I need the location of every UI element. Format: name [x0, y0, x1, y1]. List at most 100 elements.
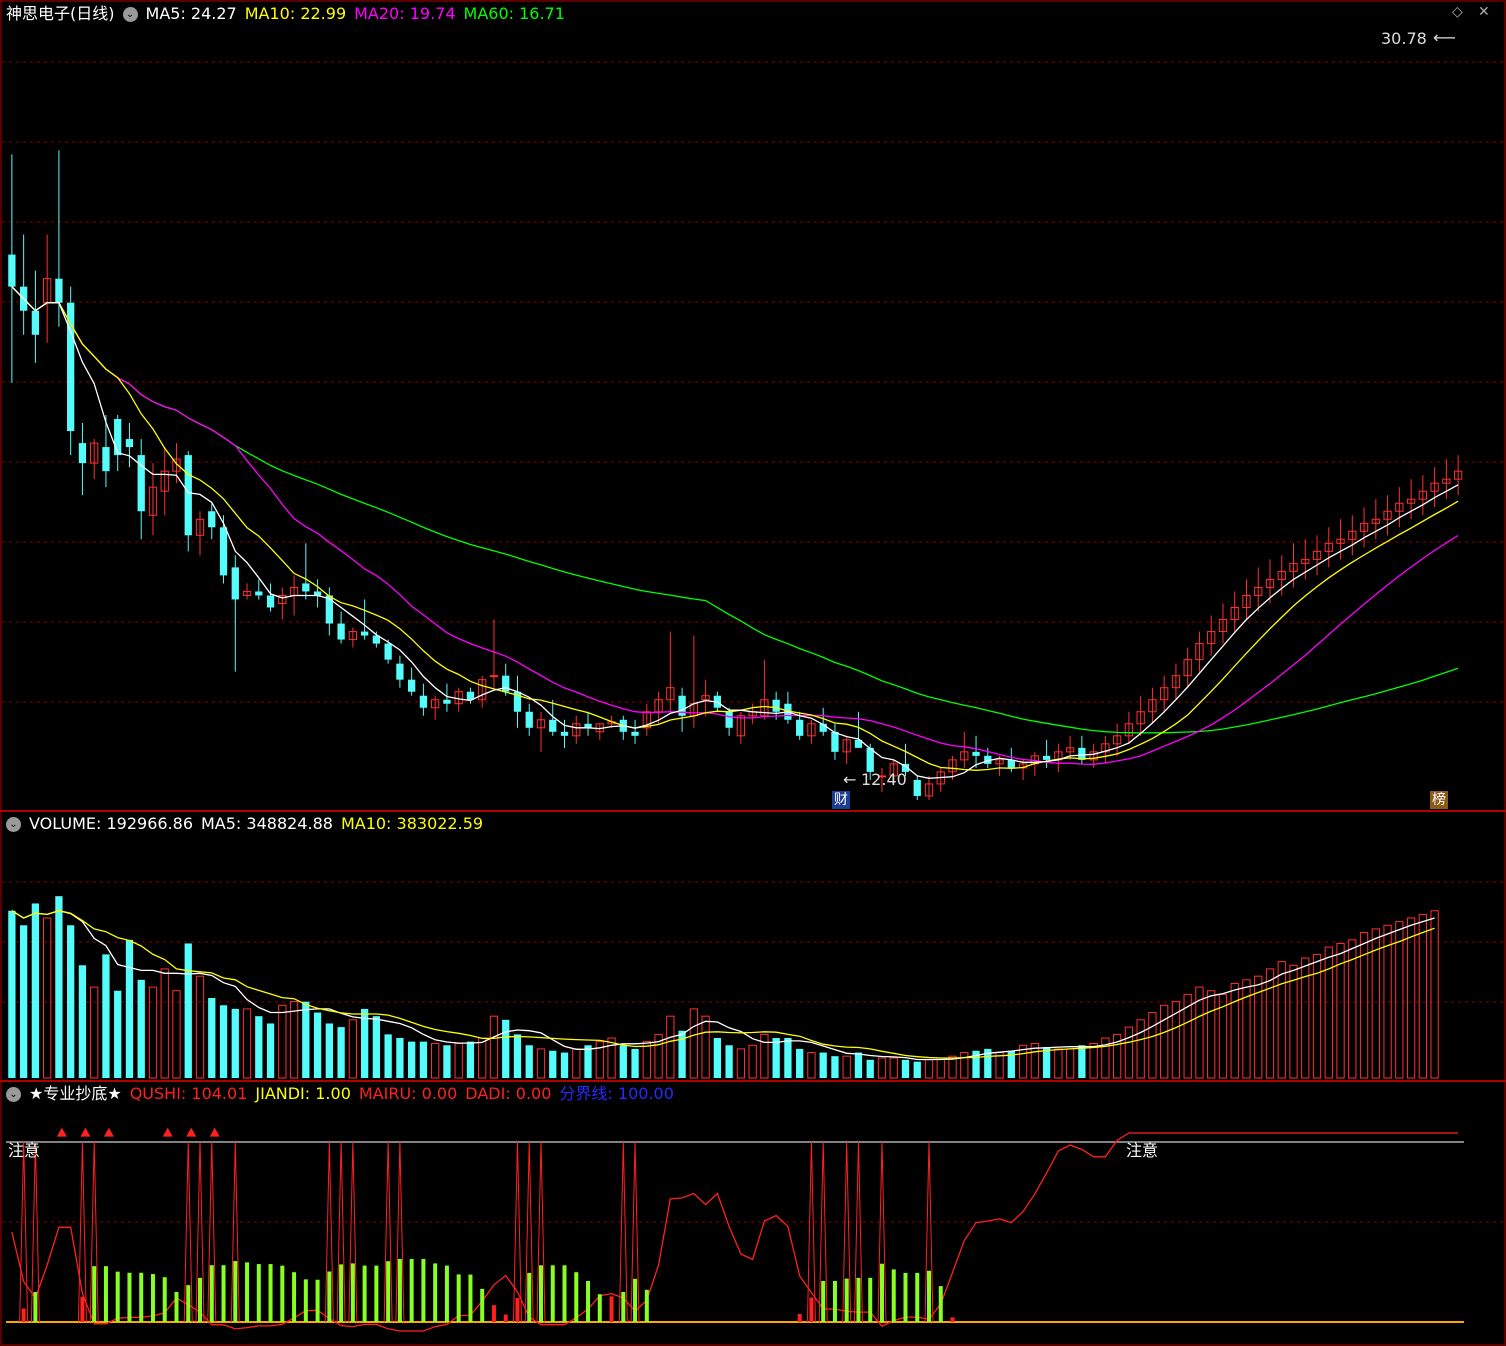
divider-line-legend: 分界线: 100.00 [559, 1084, 674, 1103]
volume-bar-down [713, 1038, 722, 1078]
jiandi-bar [538, 1265, 543, 1322]
volume-bar-up [877, 1057, 887, 1079]
jiandi-bar [186, 1285, 191, 1322]
volume-bar-down [549, 1050, 557, 1078]
candle-body-down [114, 419, 122, 456]
volume-bar-up [195, 975, 205, 1079]
volume-bar-down [19, 925, 28, 1078]
volume-bar-down [513, 1034, 522, 1078]
jiandi-bar [586, 1281, 591, 1322]
jiandi-bar [374, 1265, 379, 1322]
jiandi-bar [162, 1277, 167, 1322]
ma10-legend: MA10: 22.99 [244, 4, 347, 23]
volume-bar-up [90, 986, 99, 1079]
jiandi-bar [927, 1270, 932, 1322]
volume-bar-up [536, 1048, 546, 1079]
ma60-legend: MA60: 16.71 [463, 4, 565, 23]
volume-bar-up [1207, 990, 1216, 1079]
candle-body-down [866, 747, 874, 772]
buy-arrow-icon [80, 1127, 91, 1137]
jiandi-bar [103, 1266, 108, 1322]
jiandi-bar [844, 1278, 849, 1322]
candle-body-down [231, 567, 239, 600]
candle-body-down [31, 310, 40, 335]
candle-body-down [255, 591, 263, 596]
volume-bar-up [454, 1042, 463, 1079]
volume-bar-down [384, 1034, 392, 1078]
volume-bar-down [184, 943, 192, 1078]
volume-bar-down [784, 1038, 792, 1078]
ranking-event-tag[interactable]: 榜 [1430, 791, 1448, 809]
volume-bar-down [408, 1041, 416, 1078]
window-restore-icon[interactable]: ◇ [1452, 4, 1463, 20]
volume-bar-up [1242, 979, 1251, 1079]
ma20-line [11, 286, 1459, 765]
ma20-legend: MA20: 19.74 [354, 4, 456, 23]
volume-ma5-legend: MA5: 348824.88 [201, 814, 333, 833]
volume-bar-up [1430, 910, 1439, 1079]
jiandi-bar [386, 1261, 391, 1322]
volume-legend: VOLUME: 192966.86 [29, 814, 193, 833]
volume-bar-down [796, 1048, 804, 1078]
volume-bar-up [842, 1055, 851, 1079]
volume-bar-up [1265, 968, 1275, 1079]
jiandi-bar [621, 1292, 626, 1322]
buy-arrow-icon [56, 1127, 67, 1137]
volume-bar-down [337, 1027, 345, 1078]
indicator-toggle-icon[interactable]: ⌄ [6, 1086, 21, 1102]
volume-bar-up [1136, 1019, 1145, 1079]
candle-body-down [384, 643, 392, 660]
jiandi-bar [92, 1266, 97, 1322]
chart-frame [0, 0, 1506, 1346]
price-indicator-toggle-icon[interactable]: ⌄ [122, 6, 138, 22]
candle-body-down [549, 719, 557, 732]
jiandi-bar [456, 1274, 461, 1322]
jiandi-bar [903, 1272, 908, 1322]
jiandi-bar [303, 1279, 308, 1322]
buy-arrow-icon [186, 1127, 197, 1137]
finance-event-tag[interactable]: 财 [832, 791, 850, 809]
notice-label-left: 注意 [8, 1141, 41, 1160]
jiandi-bar [891, 1269, 896, 1322]
volume-bar-down [325, 1023, 333, 1078]
volume-indicator-toggle-icon[interactable]: ⌄ [6, 816, 21, 832]
volume-bar-down [231, 1008, 239, 1078]
window-close-icon[interactable]: ✕ [1478, 4, 1490, 20]
volume-bar-up [960, 1052, 969, 1079]
candle-body-down [408, 679, 416, 692]
volume-bar-down [443, 1045, 451, 1078]
low-price-marker: 12.40 [861, 770, 907, 789]
volume-bar-down [360, 1008, 369, 1078]
jiandi-bar [644, 1289, 649, 1322]
candle-body-down [972, 751, 980, 756]
chart-canvas[interactable] [0, 0, 1506, 1346]
jiandi-bar [444, 1265, 449, 1322]
volume-bar-up [572, 1048, 581, 1079]
qushi-legend: QUSHI: 104.01 [129, 1084, 248, 1103]
volume-bar-up [489, 1015, 499, 1079]
candle-body-down [502, 675, 510, 692]
volume-bar-up [689, 1008, 698, 1079]
jiandi-bar [421, 1259, 426, 1322]
candle-body-down [184, 455, 192, 536]
jiandi-bar [362, 1265, 367, 1322]
candle-body-down [208, 511, 216, 528]
volume-bar-up [348, 1019, 358, 1079]
jiandi-bar [209, 1265, 214, 1322]
jiandi-bar [915, 1272, 920, 1322]
jiandi-bar [174, 1292, 179, 1322]
candle-body-down [67, 302, 75, 432]
candle-body-down [560, 731, 569, 736]
volume-bar-down [466, 1041, 475, 1078]
candle-body-down [396, 663, 404, 680]
volume-bar-down [219, 1005, 228, 1078]
indicator-name[interactable]: ★专业抄底★ [29, 1083, 122, 1105]
jiandi-bar [198, 1277, 203, 1322]
volume-bar-up [924, 1059, 934, 1079]
jiandi-bar [868, 1277, 873, 1322]
volume-bar-up [278, 1004, 287, 1079]
volume-bar-up [431, 1042, 440, 1079]
jiandi-bar [609, 1296, 614, 1322]
jiandi-bar [409, 1259, 414, 1322]
volume-bar-up [148, 986, 158, 1079]
